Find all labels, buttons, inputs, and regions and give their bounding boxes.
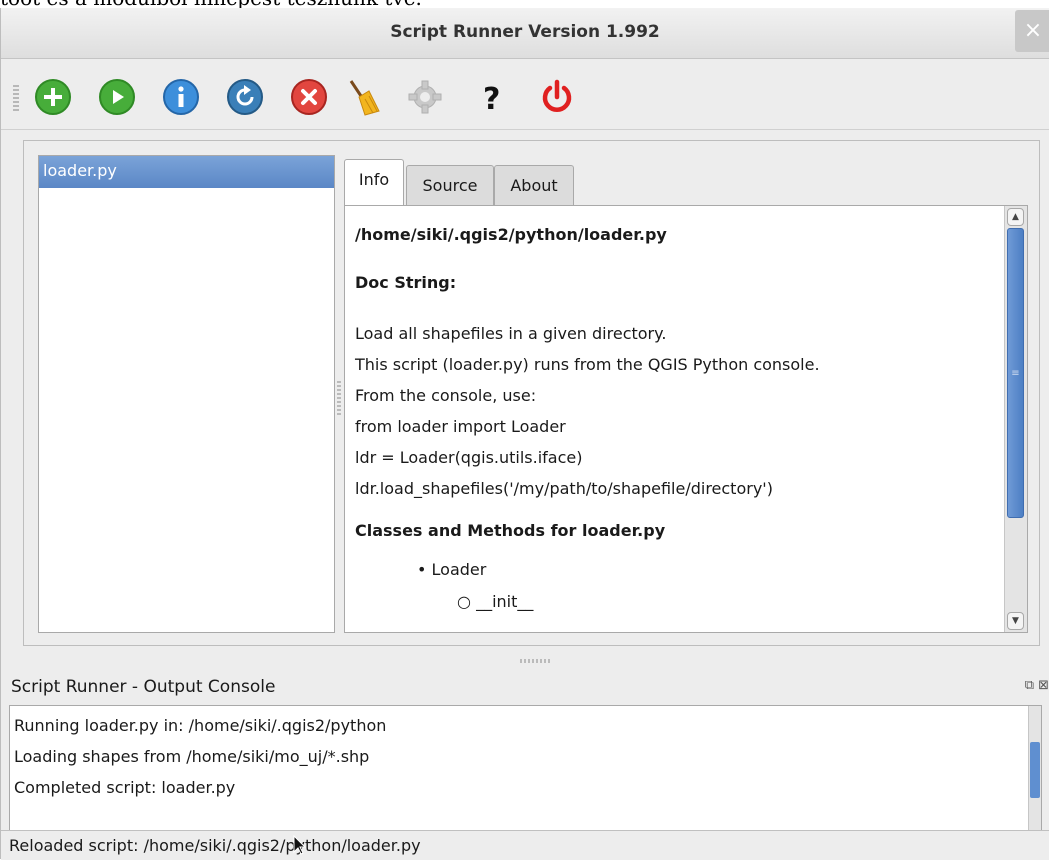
output-console[interactable]: Running loader.py in: /home/siki/.qgis2/… (9, 705, 1042, 831)
console-line: Completed script: loader.py (14, 778, 236, 797)
info-circle-icon (163, 79, 199, 115)
scroll-up-button[interactable]: ▲ (1007, 208, 1024, 226)
doc-line: ldr.load_shapefiles('/my/path/to/shapefi… (355, 479, 773, 498)
status-bar: Reloaded script: /home/siki/.qgis2/pytho… (1, 830, 1049, 860)
gear-icon (408, 80, 442, 114)
toolbar-grip-handle[interactable] (13, 85, 19, 111)
hollow-bullet-icon: ○ (457, 592, 471, 611)
preferences-button[interactable] (405, 77, 445, 117)
mouse-cursor-icon (293, 835, 307, 855)
console-scrollbar[interactable] (1028, 706, 1041, 830)
classes-heading: Classes and Methods for loader.py (355, 521, 666, 540)
info-panel[interactable]: /home/siki/.qgis2/python/loader.py Doc S… (344, 205, 1028, 633)
class-item: • Loader (355, 554, 995, 586)
run-script-button[interactable] (97, 77, 137, 117)
method-name: __init__ (476, 592, 534, 611)
doc-line: Load all shapefiles in a given directory… (355, 324, 667, 343)
tab-source[interactable]: Source (406, 165, 494, 205)
window-title: Script Runner Version 1.992 (390, 22, 660, 42)
close-button[interactable]: × (1015, 10, 1049, 52)
svg-text:?: ? (483, 82, 500, 117)
info-button[interactable] (161, 77, 201, 117)
horizontal-splitter-handle[interactable] (520, 659, 550, 663)
info-content: /home/siki/.qgis2/python/loader.py Doc S… (355, 214, 995, 618)
script-runner-window: Script Runner Version 1.992 × ? loader.p… (0, 8, 1049, 860)
help-button[interactable]: ? (471, 77, 511, 117)
scroll-down-button[interactable]: ▼ (1007, 612, 1024, 630)
classes-list: • Loader ○ __init__ (355, 554, 995, 618)
broom-icon (349, 80, 380, 116)
doc-line: from loader import Loader (355, 417, 566, 436)
clear-console-button[interactable] (343, 77, 383, 117)
script-path: /home/siki/.qgis2/python/loader.py (355, 225, 667, 244)
exit-button[interactable] (537, 77, 577, 117)
tab-about[interactable]: About (494, 165, 574, 205)
status-text: Reloaded script: /home/siki/.qgis2/pytho… (9, 836, 421, 855)
power-icon (542, 79, 572, 112)
doc-line: ldr = Loader(qgis.utils.iface) (355, 448, 583, 467)
doc-line: From the console, use: (355, 386, 537, 405)
doc-line: This script (loader.py) runs from the QG… (355, 355, 820, 374)
reload-icon (227, 79, 263, 115)
doc-string-heading: Doc String: (355, 273, 457, 292)
script-list-item[interactable]: loader.py (39, 156, 334, 188)
question-mark-icon: ? (483, 82, 500, 117)
x-circle-icon (291, 79, 327, 115)
doc-string-text: Load all shapefiles in a given directory… (355, 318, 995, 504)
background-document-text: toot és a modulból nincpest tesznünk tve… (0, 0, 1049, 8)
console-line: Running loader.py in: /home/siki/.qgis2/… (14, 716, 387, 735)
vertical-splitter-handle[interactable] (337, 381, 341, 417)
output-console-title: Script Runner - Output Console (11, 677, 276, 697)
add-script-button[interactable] (33, 77, 73, 117)
dock-float-close-icons[interactable]: ⧉ ⊠ (1025, 678, 1049, 693)
remove-script-button[interactable] (289, 77, 329, 117)
console-line: Loading shapes from /home/siki/mo_uj/*.s… (14, 747, 370, 766)
plus-circle-icon (35, 79, 71, 115)
method-item: ○ __init__ (355, 586, 995, 618)
play-circle-icon (99, 79, 135, 115)
console-scroll-thumb[interactable] (1030, 742, 1040, 798)
script-list[interactable]: loader.py (38, 155, 335, 633)
tab-info[interactable]: Info (344, 159, 404, 207)
bullet-icon: • (417, 560, 427, 579)
main-panel: loader.py Info Source About /home/siki/.… (23, 140, 1040, 646)
class-name: Loader (431, 560, 487, 579)
info-scrollbar[interactable]: ▲ ≡ ▼ (1004, 206, 1027, 632)
scroll-thumb[interactable]: ≡ (1007, 228, 1024, 518)
title-bar: Script Runner Version 1.992 × (1, 8, 1049, 59)
reload-button[interactable] (225, 77, 265, 117)
toolbar: ? (1, 59, 1049, 130)
console-output: Running loader.py in: /home/siki/.qgis2/… (14, 710, 386, 803)
